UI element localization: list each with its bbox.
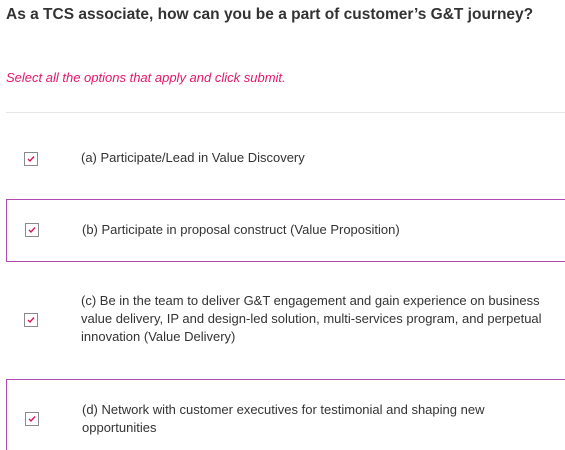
checkmark-icon bbox=[27, 317, 35, 324]
option-b[interactable]: (b) Participate in proposal construct (V… bbox=[6, 199, 565, 262]
option-c[interactable]: (c) Be in the team to deliver G&T engage… bbox=[6, 276, 565, 366]
option-d[interactable]: (d) Network with customer executives for… bbox=[6, 379, 565, 450]
divider bbox=[6, 112, 565, 113]
instruction-text: Select all the options that apply and cl… bbox=[6, 70, 286, 85]
option-a[interactable]: (a) Participate/Lead in Value Discovery bbox=[6, 128, 565, 190]
option-b-checkbox[interactable] bbox=[25, 223, 39, 237]
option-a-checkbox[interactable] bbox=[24, 152, 38, 166]
checkmark-icon bbox=[28, 416, 36, 423]
option-b-label: (b) Participate in proposal construct (V… bbox=[82, 222, 400, 237]
option-c-label: (c) Be in the team to deliver G&T engage… bbox=[81, 293, 542, 344]
checkmark-icon bbox=[28, 227, 36, 234]
option-d-label: (d) Network with customer executives for… bbox=[82, 402, 485, 435]
option-a-label: (a) Participate/Lead in Value Discovery bbox=[81, 150, 305, 165]
question-title: As a TCS associate, how can you be a par… bbox=[6, 6, 534, 23]
option-c-checkbox[interactable] bbox=[24, 313, 38, 327]
option-d-checkbox[interactable] bbox=[25, 412, 39, 426]
checkmark-icon bbox=[27, 156, 35, 163]
